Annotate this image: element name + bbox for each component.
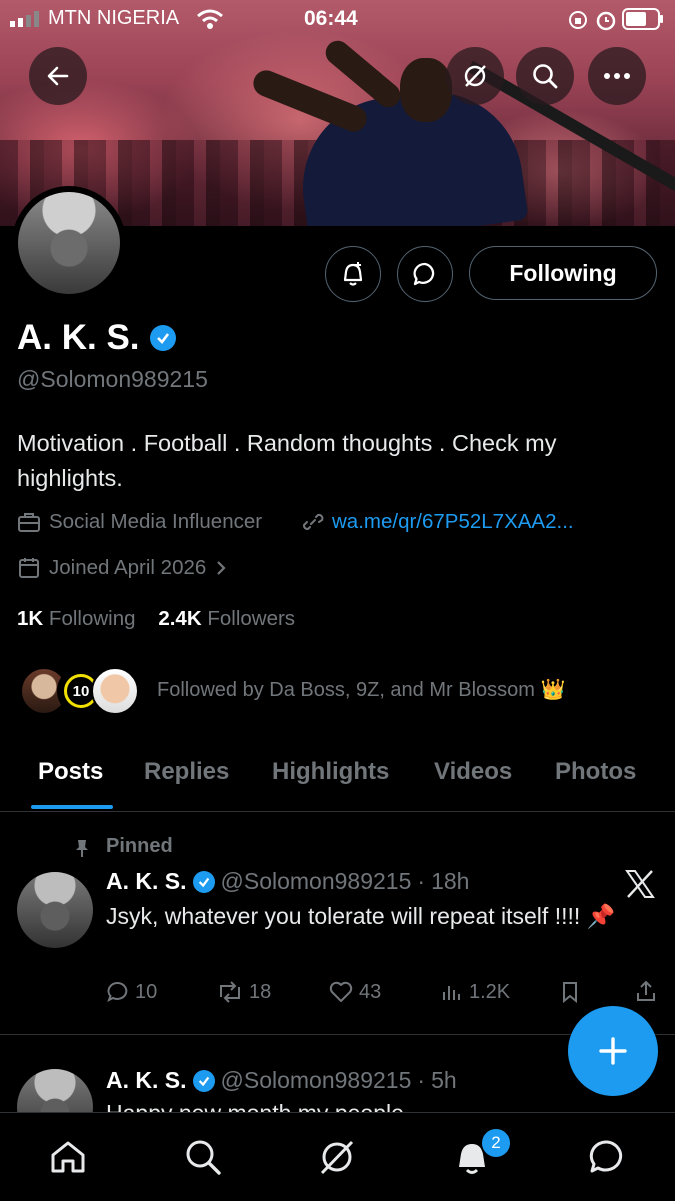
like-count: 43	[359, 980, 382, 1003]
message-button[interactable]	[397, 246, 453, 302]
notifications-subscribe-button[interactable]	[325, 246, 381, 302]
post-time: 5h	[431, 1067, 457, 1093]
chevron-right-icon	[217, 561, 226, 575]
tab-highlights[interactable]: Highlights	[272, 758, 389, 786]
like-action[interactable]: 43	[328, 980, 381, 1004]
verified-badge-icon	[192, 870, 215, 893]
repost-icon	[220, 981, 240, 1003]
profile-avatar[interactable]	[12, 186, 126, 300]
verified-badge-icon	[192, 1069, 215, 1092]
search-icon	[186, 1140, 221, 1175]
profile-handle: @Solomon989215	[17, 366, 208, 392]
post-avatar[interactable]	[17, 872, 93, 948]
arrow-left-icon	[47, 66, 69, 86]
link-row[interactable]: wa.me/qr/67P52L7XAA2...	[302, 510, 574, 534]
post-handle[interactable]: @Solomon989215	[221, 868, 412, 895]
bottom-nav: 2	[0, 1112, 675, 1201]
bell-plus-icon	[343, 262, 363, 286]
rotation-lock-icon	[569, 11, 587, 29]
briefcase-icon	[18, 513, 40, 532]
reply-count: 10	[135, 980, 158, 1003]
post-header: A. K. S. @Solomon989215 · 18h	[106, 868, 470, 895]
chat-bubble-icon	[413, 262, 435, 286]
grok-button[interactable]	[446, 47, 504, 105]
heart-icon	[329, 981, 353, 1002]
home-icon	[51, 1141, 85, 1173]
tab-videos[interactable]: Videos	[434, 758, 512, 786]
post-item[interactable]: Pinned A. K. S. @Solomon989215 · 18h Jsy…	[0, 830, 675, 1034]
status-bar: MTN NIGERIA 06:44	[0, 0, 675, 40]
search-button[interactable]	[516, 47, 574, 105]
profile-category: Social Media Influencer	[49, 510, 263, 533]
view-count: 1.2K	[469, 980, 511, 1003]
followers-stat[interactable]: 2.4K Followers	[158, 607, 295, 630]
joined-date: Joined April 2026	[49, 556, 207, 579]
grok-icon	[320, 1140, 354, 1175]
post-handle[interactable]: @Solomon989215	[221, 1067, 412, 1094]
repost-action[interactable]: 18	[216, 980, 271, 1004]
plus-icon	[599, 1037, 627, 1065]
verified-badge-icon	[149, 325, 176, 351]
carrier-name: MTN NIGERIA	[48, 7, 180, 29]
following-button[interactable]: Following	[469, 246, 657, 300]
link-icon	[302, 513, 324, 531]
clock: 06:44	[304, 7, 358, 30]
battery-icon	[622, 8, 663, 30]
signal-icon	[10, 11, 39, 27]
active-tab-indicator	[31, 805, 113, 809]
profile-bio: Motivation . Football . Random thoughts …	[17, 430, 557, 491]
tab-posts[interactable]: Posts	[38, 758, 103, 786]
more-options-button[interactable]	[588, 47, 646, 105]
display-name: A. K. S.	[17, 318, 140, 357]
share-icon[interactable]	[634, 979, 658, 1003]
compose-post-button[interactable]	[568, 1006, 658, 1096]
profile-link[interactable]: wa.me/qr/67P52L7XAA2...	[332, 510, 574, 534]
post-time: 18h	[431, 868, 470, 894]
followed-by-text[interactable]: Followed by Da Boss, 9Z, and Mr Blossom …	[157, 677, 565, 702]
grok-icon	[464, 65, 486, 87]
more-icon	[604, 73, 630, 79]
bookmark-icon[interactable]	[560, 981, 580, 1003]
post-text: Happy new month my people	[106, 1097, 626, 1112]
chat-bubble-icon	[589, 1140, 623, 1173]
nav-search[interactable]	[181, 1135, 225, 1179]
post-author[interactable]: A. K. S.	[106, 1067, 187, 1094]
pin-icon	[76, 840, 88, 857]
tab-photos[interactable]: Photos	[555, 758, 636, 786]
divider	[0, 811, 675, 812]
search-icon	[533, 64, 558, 89]
alarm-icon	[596, 11, 616, 31]
x-logo-icon	[625, 870, 655, 898]
tab-replies[interactable]: Replies	[144, 758, 229, 786]
wifi-icon	[197, 9, 223, 29]
calendar-icon	[19, 558, 39, 578]
post-header: A. K. S. @Solomon989215 · 5h	[106, 1067, 457, 1094]
reply-action[interactable]: 10	[106, 980, 157, 1004]
post-avatar[interactable]	[17, 1069, 93, 1112]
views-action[interactable]: 1.2K	[440, 980, 510, 1004]
category-row: Social Media Influencer	[17, 510, 262, 534]
notification-count-badge: 2	[480, 1127, 512, 1159]
nav-grok[interactable]	[315, 1135, 359, 1179]
nav-home[interactable]	[46, 1135, 90, 1179]
follower-avatar[interactable]	[91, 667, 139, 715]
pinned-label: Pinned	[106, 835, 173, 857]
nav-messages[interactable]	[585, 1135, 629, 1179]
joined-row[interactable]: Joined April 2026	[17, 556, 228, 580]
post-author[interactable]: A. K. S.	[106, 868, 187, 895]
follow-stats: 1K Following 2.4K Followers	[17, 607, 295, 631]
post-text: Jsyk, whatever you tolerate will repeat …	[106, 903, 616, 929]
repost-count: 18	[249, 980, 272, 1003]
reply-icon	[107, 982, 128, 1003]
back-button[interactable]	[29, 47, 87, 105]
following-stat[interactable]: 1K Following	[17, 607, 136, 630]
analytics-icon	[443, 986, 460, 1000]
